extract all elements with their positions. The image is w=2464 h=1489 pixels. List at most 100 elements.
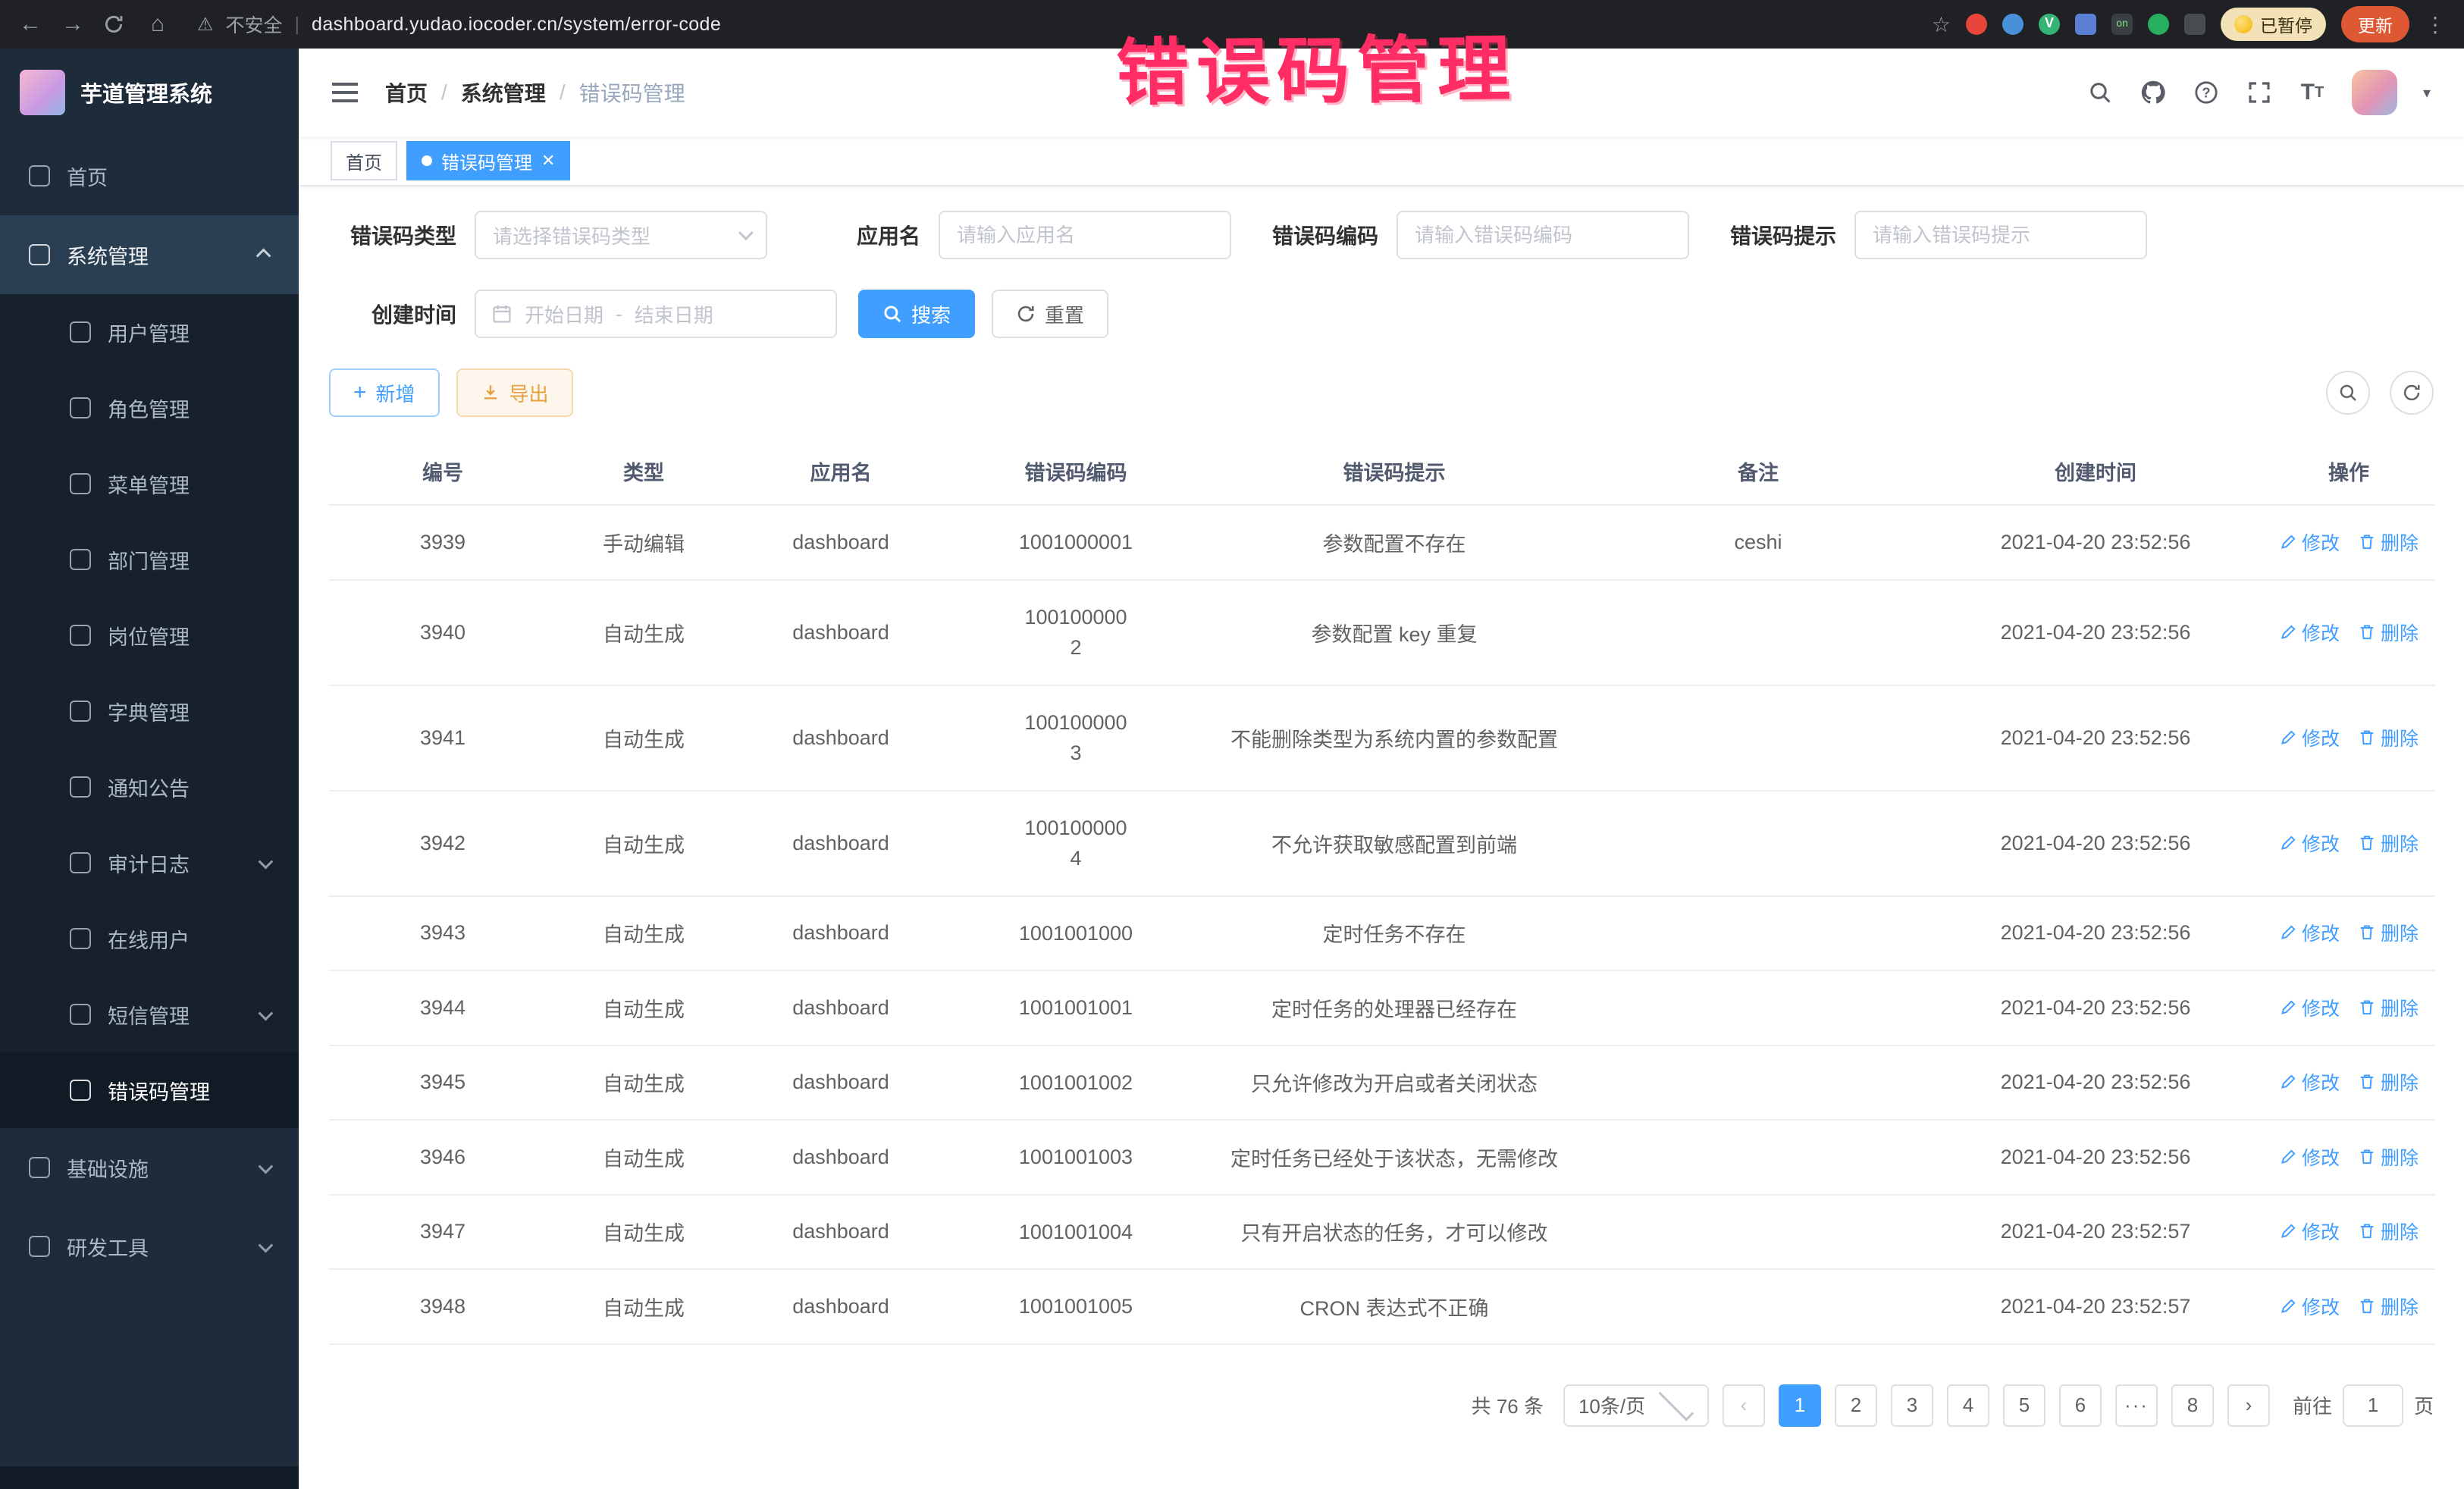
next-page-button[interactable]: ›: [2227, 1384, 2270, 1427]
delete-button[interactable]: 删除: [2358, 528, 2419, 556]
toggle-search-button[interactable]: [2326, 371, 2370, 415]
delete-button[interactable]: 删除: [2358, 829, 2419, 857]
edit-button-label: 修改: [2302, 1218, 2340, 1245]
browser-menu-icon[interactable]: ⋮: [2425, 12, 2446, 37]
refresh-table-button[interactable]: [2390, 371, 2434, 415]
reset-button[interactable]: 重置: [992, 290, 1108, 338]
extension-icon-blue[interactable]: [2002, 14, 2024, 35]
page-button-5[interactable]: 5: [2003, 1384, 2045, 1427]
delete-button[interactable]: 删除: [2358, 724, 2419, 751]
reload-icon[interactable]: [103, 14, 127, 35]
close-icon[interactable]: ✕: [541, 152, 555, 169]
back-icon[interactable]: ←: [18, 11, 42, 37]
page-button-6[interactable]: 6: [2059, 1384, 2102, 1427]
edit-button[interactable]: 修改: [2279, 1143, 2340, 1171]
edit-button[interactable]: 修改: [2279, 528, 2340, 556]
delete-button[interactable]: 删除: [2358, 919, 2419, 946]
app-name-input[interactable]: [939, 211, 1231, 259]
sidebar-item-role[interactable]: 角色管理: [0, 370, 299, 446]
extensions-puzzle-icon[interactable]: [2184, 14, 2205, 35]
prev-page-button[interactable]: ‹: [1723, 1384, 1765, 1427]
delete-button[interactable]: 删除: [2358, 1218, 2419, 1245]
error-msg-input[interactable]: [1854, 211, 2147, 259]
avatar[interactable]: [2352, 70, 2397, 115]
page-button-2[interactable]: 2: [1835, 1384, 1877, 1427]
sidebar-item-department[interactable]: 部门管理: [0, 522, 299, 597]
filter-error-code: 错误码编码: [1272, 211, 1689, 259]
edit-button[interactable]: 修改: [2279, 1293, 2340, 1320]
sidebar-item-online-user[interactable]: 在线用户: [0, 901, 299, 976]
delete-button[interactable]: 删除: [2358, 994, 2419, 1021]
cell-remark: [1588, 580, 1929, 685]
hamburger-icon[interactable]: [332, 83, 358, 102]
search-icon[interactable]: [2086, 79, 2114, 106]
font-size-icon[interactable]: TT: [2299, 79, 2326, 106]
page-button-3[interactable]: 3: [1891, 1384, 1933, 1427]
paused-badge[interactable]: 已暂停: [2221, 8, 2326, 41]
trash-icon: [2358, 923, 2376, 942]
home-icon[interactable]: ⌂: [146, 11, 170, 37]
sidebar-item-system-gear[interactable]: 系统管理: [0, 215, 299, 294]
page-button-8[interactable]: 8: [2171, 1384, 2214, 1427]
sidebar-collapse-bar[interactable]: [0, 1466, 299, 1489]
sidebar-item-notice[interactable]: 通知公告: [0, 749, 299, 825]
delete-button[interactable]: 删除: [2358, 619, 2419, 646]
search-button[interactable]: 搜索: [858, 290, 975, 338]
page-size-select[interactable]: 10条/页: [1563, 1384, 1709, 1427]
sidebar-item-audit-log[interactable]: 审计日志: [0, 825, 299, 901]
delete-button[interactable]: 删除: [2358, 1293, 2419, 1320]
sidebar-item-home[interactable]: 首页: [0, 136, 299, 215]
error-code-input[interactable]: [1397, 211, 1689, 259]
bookmark-star-icon[interactable]: ☆: [1932, 12, 1951, 37]
extension-icon-red[interactable]: [1966, 14, 1987, 35]
extension-icon-on[interactable]: [2111, 14, 2133, 35]
github-icon[interactable]: [2140, 79, 2167, 106]
sidebar-item-infra[interactable]: 基础设施: [0, 1128, 299, 1207]
sidebar-item-dict[interactable]: 字典管理: [0, 673, 299, 749]
page-button-4[interactable]: 4: [1947, 1384, 1989, 1427]
tab-首页[interactable]: 首页: [331, 141, 397, 180]
edit-button[interactable]: 修改: [2279, 1068, 2340, 1096]
delete-button[interactable]: 删除: [2358, 1068, 2419, 1096]
edit-button[interactable]: 修改: [2279, 994, 2340, 1021]
error-type-select[interactable]: 请选择错误码类型: [475, 211, 767, 259]
goto-page-input[interactable]: [2343, 1384, 2403, 1427]
browser-update-button[interactable]: 更新: [2341, 6, 2409, 42]
extension-icon-grid[interactable]: [2075, 14, 2096, 35]
edit-button[interactable]: 修改: [2279, 829, 2340, 857]
avatar-caret-icon[interactable]: ▾: [2423, 83, 2431, 102]
add-button[interactable]: + 新增: [329, 368, 440, 417]
sidebar-item-dev-tools[interactable]: 研发工具: [0, 1207, 299, 1286]
sidebar-item-post[interactable]: 岗位管理: [0, 597, 299, 673]
tab-错误码管理[interactable]: 错误码管理 ✕: [406, 141, 570, 180]
sidebar-item-error-code[interactable]: 错误码管理: [0, 1052, 299, 1128]
trash-icon: [2358, 1222, 2376, 1240]
sidebar-item-user[interactable]: 用户管理: [0, 294, 299, 370]
logo[interactable]: 芋道管理系统: [0, 49, 299, 136]
delete-button-label: 删除: [2381, 619, 2419, 646]
cell-code: 1001001005: [951, 1269, 1201, 1344]
edit-button[interactable]: 修改: [2279, 619, 2340, 646]
vue-devtools-icon[interactable]: [2039, 14, 2060, 35]
export-button[interactable]: 导出: [456, 368, 573, 417]
search-icon: [2338, 383, 2358, 403]
breadcrumb-item[interactable]: 首页: [385, 77, 428, 108]
edit-button[interactable]: 修改: [2279, 724, 2340, 751]
cell-type: 自动生成: [556, 970, 731, 1045]
help-icon[interactable]: ?: [2193, 79, 2220, 106]
cell-app: dashboard: [731, 1269, 951, 1344]
chevron-icon: [256, 249, 271, 264]
delete-button[interactable]: 删除: [2358, 1143, 2419, 1171]
date-range-picker[interactable]: 开始日期 - 结束日期: [475, 290, 837, 338]
extension-icon-green[interactable]: [2148, 14, 2169, 35]
address-bar[interactable]: ⚠ 不安全 | dashboard.yudao.iocoder.cn/syste…: [197, 11, 1914, 38]
edit-button[interactable]: 修改: [2279, 919, 2340, 946]
forward-icon[interactable]: →: [61, 11, 85, 37]
breadcrumb-item[interactable]: 系统管理: [461, 77, 546, 108]
edit-button[interactable]: 修改: [2279, 1218, 2340, 1245]
pager-ellipsis[interactable]: ···: [2115, 1384, 2158, 1427]
sidebar-item-menu-list[interactable]: 菜单管理: [0, 446, 299, 522]
sidebar-item-sms[interactable]: 短信管理: [0, 976, 299, 1052]
fullscreen-icon[interactable]: [2246, 79, 2273, 106]
page-button-1[interactable]: 1: [1779, 1384, 1821, 1427]
